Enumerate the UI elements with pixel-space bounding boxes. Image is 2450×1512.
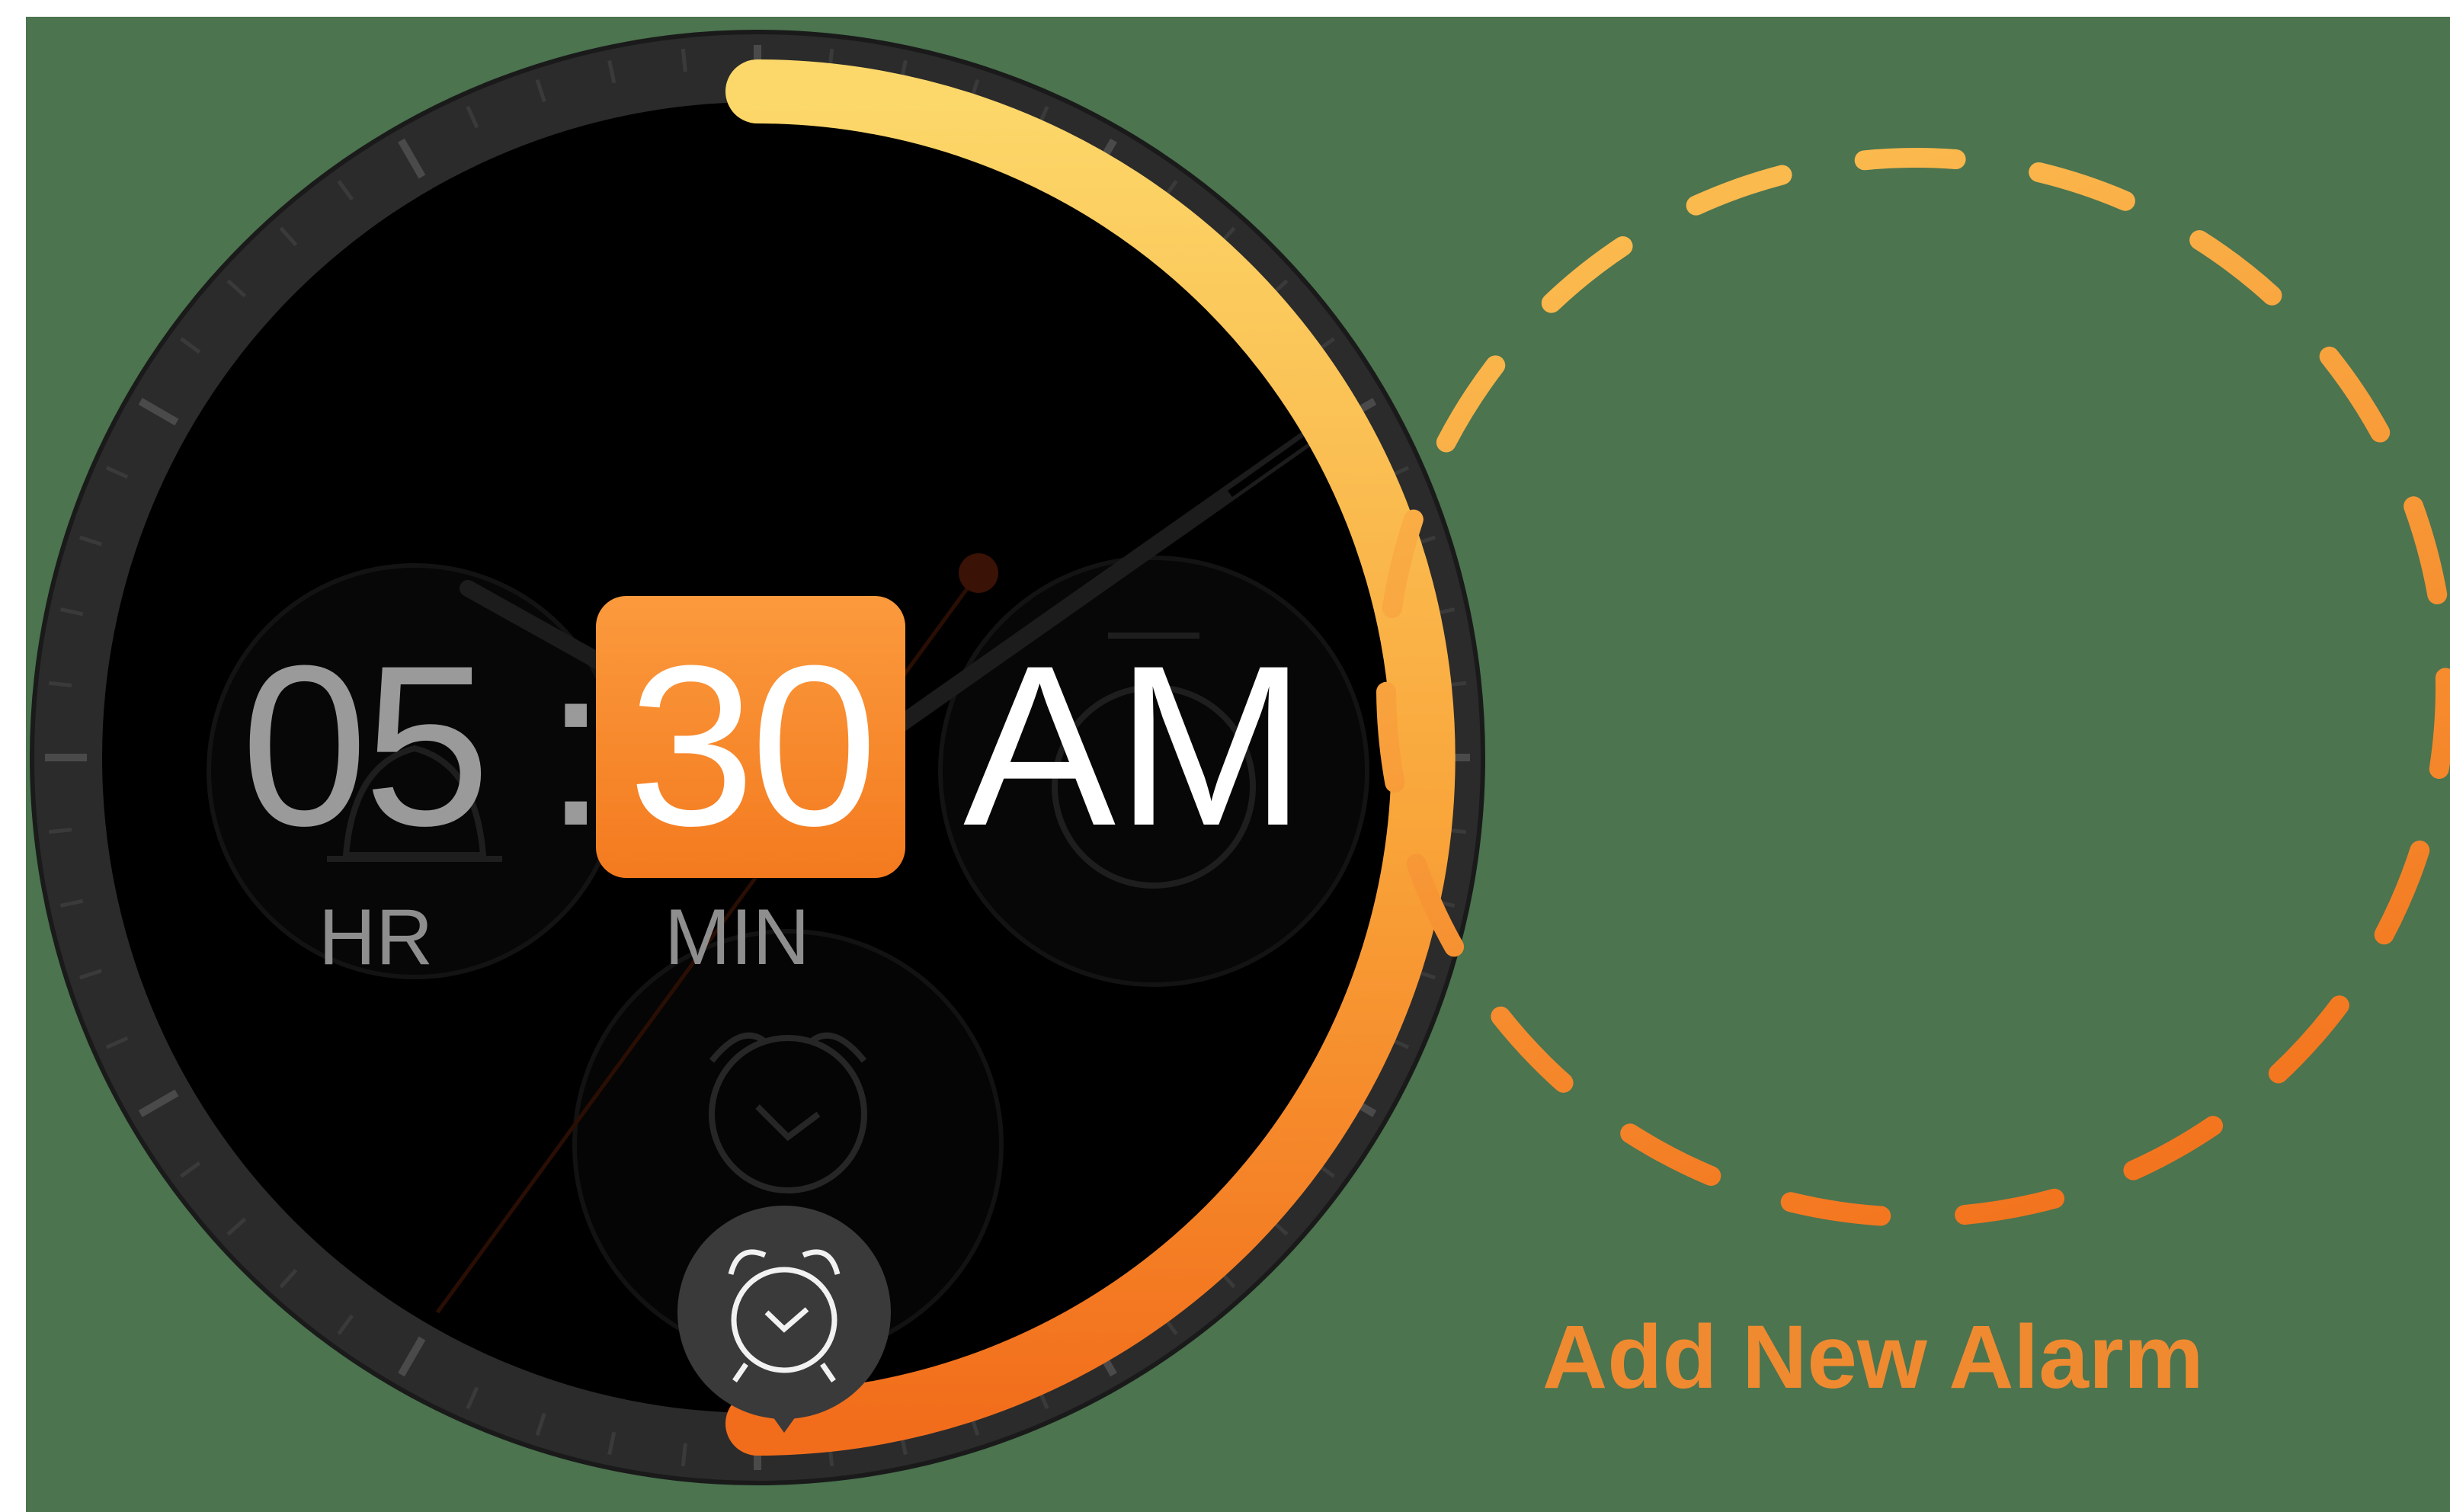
alarm-screen: 05 : 30 AM HR MIN Add New Alarm [26, 17, 2450, 1512]
bezel-tick [681, 48, 687, 72]
bezel-tick [681, 1443, 687, 1467]
add-new-alarm-label[interactable]: Add New Alarm [1542, 1312, 2204, 1402]
minutes-label: MIN [665, 893, 810, 982]
plus-icon [1698, 469, 2157, 922]
bezel-tick [48, 828, 72, 834]
period-value[interactable]: AM [963, 631, 1306, 860]
bezel-tick [48, 681, 72, 687]
hours-label: HR [319, 893, 434, 982]
hours-value[interactable]: 05 [241, 631, 491, 860]
minutes-value[interactable]: 30 [596, 631, 905, 860]
